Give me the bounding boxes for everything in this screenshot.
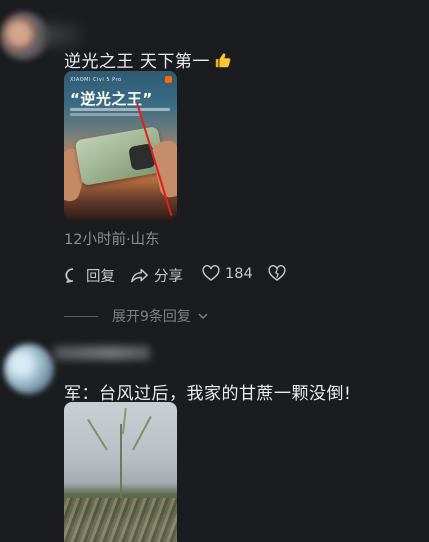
expand-replies-button[interactable]: 展开9条回复 xyxy=(64,306,209,326)
share-arrow-icon xyxy=(131,268,148,283)
heart-icon xyxy=(202,265,220,281)
expand-replies-label: 展开9条回复 xyxy=(112,309,191,325)
reply-bubble-icon xyxy=(65,268,74,283)
thumbs-up-emoji-icon xyxy=(215,53,231,68)
chevron-down-icon xyxy=(198,313,208,320)
image-subtext-line xyxy=(70,108,170,111)
comment-text: 军：台风过后，我家的甘蔗一颗没倒! xyxy=(64,384,352,404)
commenter-name-blurred[interactable] xyxy=(54,346,150,360)
reply-button[interactable]: 回复 xyxy=(64,265,115,286)
dislike-button[interactable] xyxy=(268,265,286,282)
image-subtext-line xyxy=(70,113,140,116)
commenter-name-blurred[interactable] xyxy=(42,24,82,46)
commenter-avatar[interactable] xyxy=(4,344,54,394)
image-brand-text: XIAOMI Civi 5 Pro xyxy=(70,77,122,83)
like-count: 184 xyxy=(225,265,253,282)
like-button[interactable]: 184 xyxy=(202,265,253,282)
comment-text-content: 逆光之王 天下第一 xyxy=(64,52,210,72)
reply-label: 回复 xyxy=(86,269,115,285)
sugarcane-stalk-graphic xyxy=(120,424,122,504)
share-label: 分享 xyxy=(154,269,183,285)
sugarcane-leaf-graphic xyxy=(122,408,127,435)
comment-image[interactable] xyxy=(64,402,177,542)
sugarcane-leaf-graphic xyxy=(87,418,108,451)
sugarcane-leaf-graphic xyxy=(132,415,152,451)
broken-heart-icon xyxy=(268,265,286,281)
comment-meta: 12小时前·山东 xyxy=(64,232,160,248)
share-button[interactable]: 分享 xyxy=(130,265,183,286)
brand-badge-icon xyxy=(165,76,172,83)
image-headline: “逆光之王” xyxy=(70,90,153,108)
comment-image[interactable]: XIAOMI Civi 5 Pro “逆光之王” xyxy=(64,71,177,220)
commenter-avatar[interactable] xyxy=(0,12,48,60)
expand-divider xyxy=(64,315,98,317)
fallen-crops-graphic xyxy=(64,498,177,542)
comment-text: 逆光之王 天下第一 xyxy=(64,47,232,72)
